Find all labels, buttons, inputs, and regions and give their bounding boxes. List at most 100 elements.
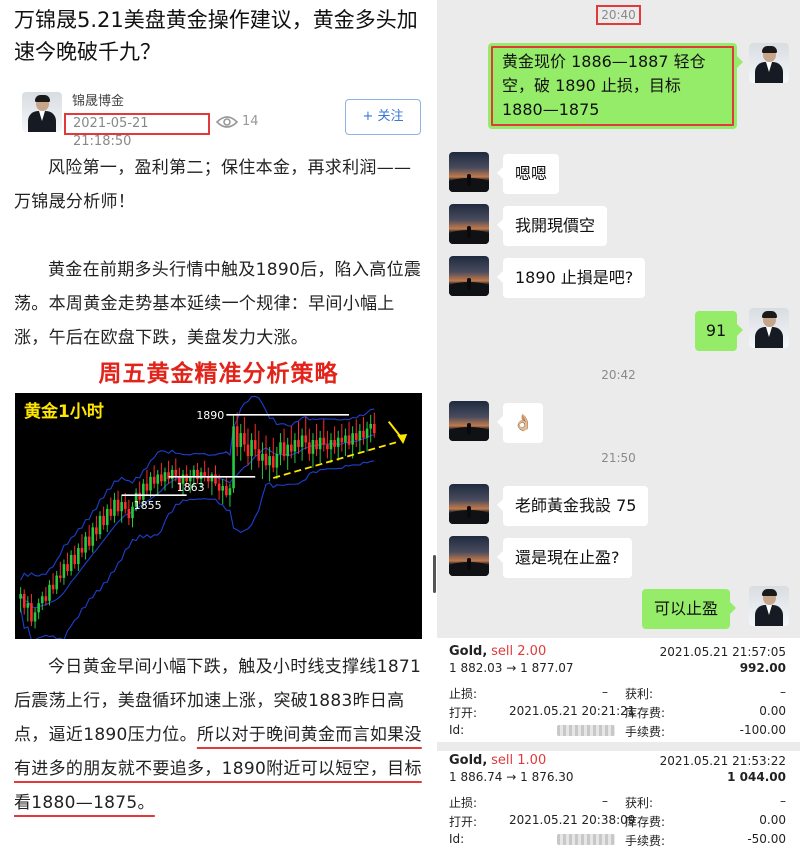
candle xyxy=(373,423,376,434)
candle xyxy=(282,442,286,457)
trade-side: sell 2.00 xyxy=(491,644,547,659)
author-avatar[interactable] xyxy=(22,92,62,132)
chat-timestamp-highlight: 20:40 xyxy=(596,5,641,25)
open-time: 2021.05.21 20:38:09 xyxy=(509,813,636,827)
my-avatar[interactable] xyxy=(749,43,789,83)
candle xyxy=(116,499,120,512)
trade-symbol: Gold, xyxy=(449,644,488,659)
chat-message-in[interactable]: 嗯嗯 xyxy=(496,154,560,194)
band-middle-line xyxy=(20,434,375,609)
contact-avatar[interactable] xyxy=(449,152,489,192)
article-paragraph-3: 今日黄金早间小幅下跌，触及小时线支撑线1871后震荡上行，美盘循环加速上涨，突破… xyxy=(14,650,426,820)
candle xyxy=(358,430,362,441)
candle xyxy=(98,515,102,535)
candle xyxy=(329,440,333,450)
candle xyxy=(167,472,170,480)
candle xyxy=(354,433,358,441)
chat-panel: 20:40 黄金现价 1886—1887 轻仓空，破 1890 止损，目标 18… xyxy=(437,0,800,850)
candle xyxy=(261,453,264,461)
scrollbar[interactable] xyxy=(433,555,436,593)
chat-message-out[interactable]: 91 xyxy=(695,311,743,351)
candle xyxy=(30,603,33,622)
candle xyxy=(120,502,123,512)
candle xyxy=(145,483,149,491)
trade-side: sell 1.00 xyxy=(491,753,547,768)
article-paragraph-1: 风险第一，盈利第二；保住本金，再求利润——万锦晟分析师！ xyxy=(14,158,412,212)
candle xyxy=(322,437,326,445)
gold-chart: 1890 1863 1855 黄金1小时 xyxy=(15,393,422,639)
my-avatar[interactable] xyxy=(749,308,789,348)
contact-avatar[interactable] xyxy=(449,256,489,296)
candle xyxy=(271,456,275,468)
trade-prices: 1 882.03 → 1 877.07 xyxy=(449,661,574,675)
chat-timestamp: 20:42 xyxy=(601,368,636,382)
candle xyxy=(336,437,340,447)
eye-icon xyxy=(216,115,238,128)
candle xyxy=(102,515,105,526)
candle xyxy=(365,428,369,438)
arrow-head xyxy=(397,434,408,445)
candle xyxy=(73,554,77,565)
candle xyxy=(105,508,109,526)
candle xyxy=(163,472,167,482)
take-profit-label: 获利: xyxy=(625,796,654,810)
contact-avatar[interactable] xyxy=(449,401,489,441)
swap-value: 0.00 xyxy=(759,813,786,827)
chat-message-in[interactable]: 👌🏼 xyxy=(497,403,543,443)
candle xyxy=(253,440,257,450)
candle xyxy=(77,548,80,565)
candle xyxy=(304,435,308,443)
take-profit-value: – xyxy=(780,794,786,808)
candle xyxy=(214,474,217,484)
trade-record[interactable]: Gold, sell 2.00 2021.05.21 21:57:05 1 88… xyxy=(437,638,800,742)
my-avatar[interactable] xyxy=(749,586,789,626)
level-label: 1863 xyxy=(177,481,205,494)
chart-svg: 1890 1863 1855 黄金1小时 xyxy=(19,395,408,639)
candle xyxy=(55,575,58,590)
stop-loss-value: – xyxy=(602,794,608,808)
swap-label: 库存费: xyxy=(625,815,666,829)
chat-timestamp: 20:40 xyxy=(437,5,800,25)
candle xyxy=(109,508,113,516)
candle xyxy=(228,488,232,496)
publish-time: 2021-05-21 21:18:50 xyxy=(64,113,210,149)
trade-profit: 1 044.00 xyxy=(727,770,786,784)
candle xyxy=(232,426,235,489)
id-redacted xyxy=(557,723,615,737)
candle xyxy=(69,554,73,571)
chart-title: 黄金1小时 xyxy=(24,401,104,422)
candle xyxy=(275,453,279,468)
contact-avatar[interactable] xyxy=(449,204,489,244)
candle xyxy=(160,474,163,482)
candle xyxy=(264,453,268,466)
chat-message-in[interactable]: 我開現價空 xyxy=(496,206,608,246)
chat-message-in[interactable]: 1890 止損是吧? xyxy=(496,258,646,298)
level-label: 1855 xyxy=(134,499,162,512)
candle xyxy=(217,483,221,491)
candle xyxy=(344,435,347,443)
candle xyxy=(37,603,40,613)
fee-value: -100.00 xyxy=(739,723,786,737)
contact-avatar[interactable] xyxy=(449,536,489,576)
chat-message-in[interactable]: 還是現在止盈? xyxy=(497,538,632,578)
follow-button[interactable]: + 关注 xyxy=(345,99,421,135)
trade-close-time: 2021.05.21 21:57:05 xyxy=(659,645,786,659)
author-name[interactable]: 锦晟博金 xyxy=(72,90,124,109)
chat-message-out[interactable]: 黄金现价 1886—1887 轻仓空，破 1890 止损，目标 1880—187… xyxy=(488,43,743,129)
chat-message-out[interactable]: 可以止盈 xyxy=(642,589,737,629)
chat-message-in[interactable]: 老師黃金我設 75 xyxy=(496,486,649,526)
candle xyxy=(19,593,22,599)
candle xyxy=(315,440,318,450)
stop-loss-label: 止损: xyxy=(449,796,478,810)
candle xyxy=(308,442,311,454)
trade-close-time: 2021.05.21 21:53:22 xyxy=(659,754,786,768)
candle xyxy=(221,485,225,491)
candle xyxy=(87,536,91,546)
id-label: Id: xyxy=(449,832,465,846)
trade-prices: 1 886.74 → 1 876.30 xyxy=(449,770,574,784)
id-label: Id: xyxy=(449,723,465,737)
trade-record[interactable]: Gold, sell 1.00 2021.05.21 21:53:22 1 88… xyxy=(437,751,800,850)
candle xyxy=(279,442,282,454)
candle xyxy=(48,584,51,601)
contact-avatar[interactable] xyxy=(449,484,489,524)
